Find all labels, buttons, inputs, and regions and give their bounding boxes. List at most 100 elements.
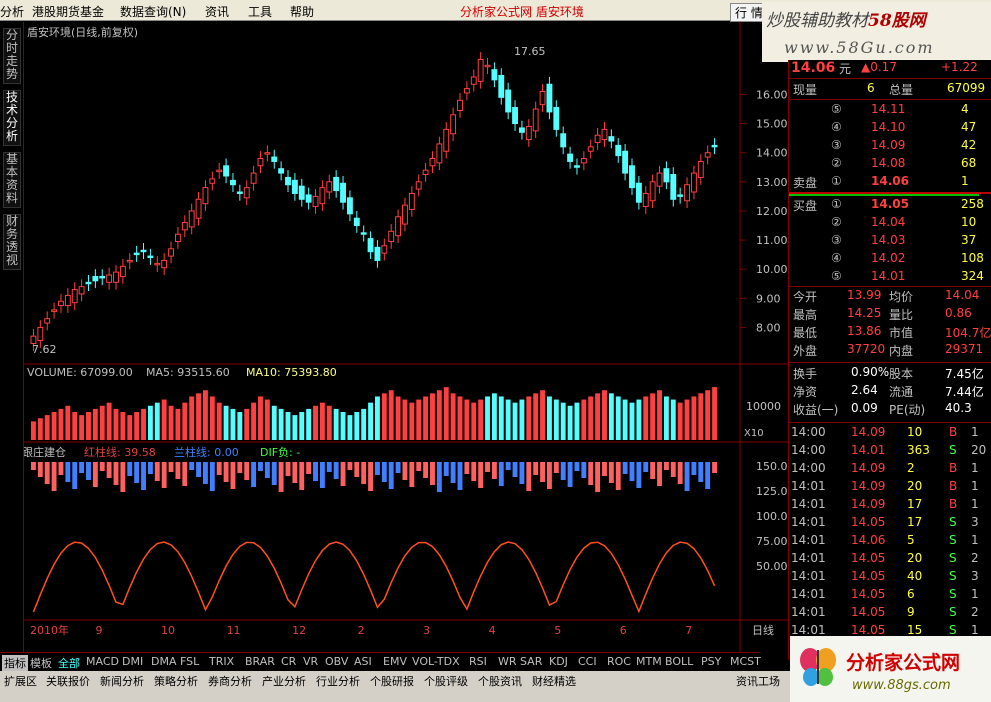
- indicator-tab[interactable]: OBV: [325, 655, 348, 668]
- indicator-tab[interactable]: BRAR: [245, 655, 275, 668]
- indicator-tab[interactable]: MTM: [636, 655, 662, 668]
- indicator-bar: [258, 462, 263, 471]
- indicator-tab[interactable]: FSL: [180, 655, 199, 668]
- candle-body: [580, 158, 587, 164]
- bottom-tab[interactable]: 策略分析: [154, 673, 198, 689]
- sidebar-tab-intraday[interactable]: 分时走势: [3, 28, 21, 84]
- stat-cell: 14.04: [945, 288, 980, 302]
- indicator-bar: [292, 462, 298, 483]
- ask-price: 14.11: [871, 102, 906, 116]
- sidebar-tab-profile[interactable]: 基本资料: [3, 152, 21, 208]
- menu-item-data-query[interactable]: 数据查询(N): [120, 3, 186, 20]
- indicator-tab[interactable]: MCST: [730, 655, 761, 668]
- indicator-tab[interactable]: MACD: [86, 655, 119, 668]
- volume-bar: [615, 396, 621, 440]
- volume-bar: [37, 418, 43, 440]
- bottom-tab[interactable]: 新闻分析: [100, 673, 144, 689]
- stat-cell: 外盘: [793, 344, 818, 358]
- volume-bar: [643, 396, 649, 440]
- volume-bar: [677, 402, 683, 440]
- sidebar-tab-finance[interactable]: 财务透视: [3, 214, 21, 270]
- indicator-tab[interactable]: VR: [303, 655, 318, 668]
- indicator-tab[interactable]: 模板: [30, 655, 52, 671]
- month-label: 11: [227, 624, 241, 637]
- indicator-bar: [92, 462, 98, 487]
- candle-body: [271, 156, 278, 162]
- indicator-tab-bar: 指标 模板 全部 MACD DMI DMA FSL TRIX BRAR CR VR OBV ASI EMV…: [0, 652, 761, 671]
- indicator-bar: [99, 462, 105, 471]
- bottom-tab[interactable]: 券商分析: [208, 673, 252, 689]
- bid-level: ⑤: [831, 269, 842, 283]
- indicator-bar: [471, 462, 477, 481]
- indicator-tab[interactable]: DMI: [122, 655, 143, 668]
- indicator-tab[interactable]: 全部: [58, 655, 80, 671]
- indicator-tab[interactable]: ROC: [607, 655, 631, 668]
- indicator-tab[interactable]: WR: [498, 655, 517, 668]
- menu-item-hk-futures[interactable]: 港股期货基金: [32, 3, 104, 20]
- volume-bar: [395, 396, 401, 440]
- ask-row: ② 14.08 68: [789, 156, 991, 174]
- indicator-tab[interactable]: EMV: [383, 655, 407, 668]
- indicator-tab[interactable]: TRIX: [209, 655, 234, 668]
- menu-item-help[interactable]: 帮助: [290, 3, 314, 20]
- indicator-bar: [643, 462, 649, 472]
- bottom-tab[interactable]: 个股研报: [370, 673, 414, 689]
- price-tick-label: 10.00: [756, 263, 788, 276]
- indicator-bar: [168, 462, 174, 472]
- indicator-bar: [86, 462, 91, 480]
- volume-bar: [230, 408, 236, 440]
- kline-chart[interactable]: 16.00 15.00 14.00 13.00 12.00 11.00 10.00 9.00 8…: [24, 22, 788, 652]
- bottom-tab[interactable]: 产业分析: [262, 673, 306, 689]
- tick-cell: 20: [907, 551, 923, 565]
- bottom-tab[interactable]: 行业分析: [316, 673, 360, 689]
- fin-row: 净资 2.64 流通 7.44亿: [789, 383, 991, 401]
- sidebar-tab-technical[interactable]: 技术分析: [3, 90, 21, 146]
- menu-item-tools[interactable]: 工具: [248, 3, 272, 20]
- indicator-tab[interactable]: RSI: [469, 655, 487, 668]
- candle-body: [711, 144, 718, 148]
- menu-item-news[interactable]: 资讯: [205, 3, 229, 20]
- bottom-tab[interactable]: 财经精选: [532, 673, 576, 689]
- indicator-bar: [230, 462, 236, 489]
- volume-bar: [306, 408, 312, 440]
- candle-body: [236, 191, 243, 194]
- ask-price: 14.10: [871, 120, 906, 134]
- volume-bar: [175, 408, 181, 440]
- ask-level: ⑤: [831, 102, 842, 116]
- indicator-tab[interactable]: SAR: [520, 655, 542, 668]
- period-label[interactable]: 日线: [752, 623, 774, 637]
- volume-bar: [285, 412, 291, 440]
- candle-body: [326, 181, 333, 193]
- candle-body: [161, 259, 168, 269]
- indicator-tab[interactable]: 指标: [2, 655, 28, 671]
- bottom-tab[interactable]: 关联报价: [46, 673, 90, 689]
- tick-cell: 14.09: [851, 461, 886, 475]
- indicator-bar: [340, 462, 346, 486]
- indicator-tab[interactable]: PSY: [701, 655, 721, 668]
- candle-body: [99, 275, 106, 279]
- indicator-tab[interactable]: DMA: [151, 655, 177, 668]
- indicator-bar: [402, 462, 408, 480]
- fin-cell: 7.44亿: [945, 385, 984, 399]
- indicator-tab[interactable]: KDJ: [549, 655, 568, 668]
- bottom-tab[interactable]: 个股资讯: [478, 673, 522, 689]
- indicator-tab[interactable]: BOLL: [665, 655, 693, 668]
- bottom-tab[interactable]: 扩展区: [4, 673, 37, 689]
- total-volume-label: 总量: [889, 83, 914, 97]
- indicator-bar: [650, 462, 656, 479]
- candle-body: [567, 153, 574, 162]
- stat-cell: 29371: [945, 342, 984, 356]
- indicator-tab[interactable]: VOL-TDX: [412, 655, 460, 668]
- volume-bar: [471, 402, 477, 440]
- tick-cell: 14.05: [851, 587, 886, 601]
- menu-item-analysis[interactable]: 分析: [0, 3, 24, 20]
- indicator-tab[interactable]: CCI: [578, 655, 597, 668]
- tick-cell: S: [949, 587, 957, 601]
- bottom-tab[interactable]: 资讯工场: [736, 673, 780, 689]
- candle-body: [408, 192, 415, 210]
- bottom-tab[interactable]: 个股评级: [424, 673, 468, 689]
- indicator-tab[interactable]: CR: [281, 655, 296, 668]
- indicator-tab[interactable]: ASI: [354, 655, 372, 668]
- candle-body: [92, 275, 99, 282]
- indicator-bar: [423, 462, 429, 478]
